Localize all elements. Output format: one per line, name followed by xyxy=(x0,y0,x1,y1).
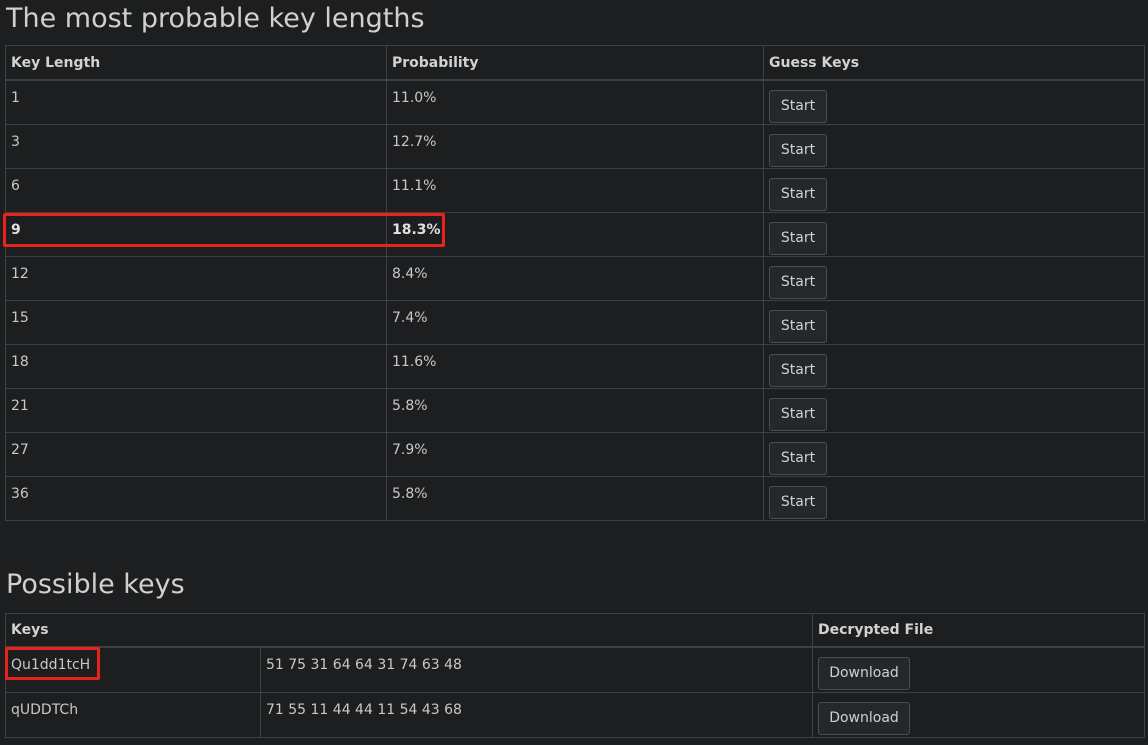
key-length-cell: 27 xyxy=(5,431,387,477)
column-header-guess-keys: Guess Keys xyxy=(763,45,1145,81)
column-header-keys: Keys xyxy=(5,613,813,648)
probability-cell: 7.9% xyxy=(386,431,764,477)
key-lengths-title: The most probable key lengths xyxy=(6,3,425,34)
table-row: 21 5.8% Start xyxy=(5,387,1145,433)
guess-keys-cell: Start xyxy=(763,387,1145,433)
probability-cell: 12.7% xyxy=(386,123,764,169)
key-length-cell: 21 xyxy=(5,387,387,433)
guess-keys-cell: Start xyxy=(763,123,1145,169)
probability-cell: 8.4% xyxy=(386,255,764,301)
start-button[interactable]: Start xyxy=(769,221,827,255)
table-row-most-probable: 9 18.3% Start xyxy=(5,211,1145,257)
key-length-cell: 6 xyxy=(5,167,387,213)
table-row: 36 5.8% Start xyxy=(5,475,1145,521)
table-row: 27 7.9% Start xyxy=(5,431,1145,477)
column-header-decrypted-file: Decrypted File xyxy=(812,613,1145,648)
key-length-cell: 15 xyxy=(5,299,387,345)
download-button[interactable]: Download xyxy=(818,701,910,735)
probability-cell: 11.1% xyxy=(386,167,764,213)
key-text-cell: qUDDTCh xyxy=(5,691,261,738)
table-row: Qu1dd1tcH 51 75 31 64 64 31 74 63 48 Dow… xyxy=(5,646,1145,693)
guess-keys-cell: Start xyxy=(763,255,1145,301)
start-button[interactable]: Start xyxy=(769,265,827,299)
table-header-row: Key Length Probability Guess Keys xyxy=(5,45,1145,81)
start-button[interactable]: Start xyxy=(769,397,827,431)
guess-keys-cell: Start xyxy=(763,343,1145,389)
table-row: qUDDTCh 71 55 11 44 44 11 54 43 68 Downl… xyxy=(5,691,1145,738)
key-text-cell: Qu1dd1tcH xyxy=(5,646,261,693)
start-button[interactable]: Start xyxy=(769,353,827,387)
possible-keys-title: Possible keys xyxy=(6,569,185,600)
table-row: 12 8.4% Start xyxy=(5,255,1145,301)
table-header-row: Keys Decrypted File xyxy=(5,613,1145,648)
key-length-cell: 3 xyxy=(5,123,387,169)
table-row: 3 12.7% Start xyxy=(5,123,1145,169)
probability-cell: 11.6% xyxy=(386,343,764,389)
key-length-cell: 1 xyxy=(5,79,387,125)
guess-keys-cell: Start xyxy=(763,475,1145,521)
guess-keys-cell: Start xyxy=(763,299,1145,345)
column-header-key-length: Key Length xyxy=(5,45,387,81)
guess-keys-cell: Start xyxy=(763,167,1145,213)
guess-keys-cell: Start xyxy=(763,211,1145,257)
start-button[interactable]: Start xyxy=(769,90,827,123)
column-header-probability: Probability xyxy=(386,45,764,81)
key-length-cell: 9 xyxy=(5,211,387,257)
start-button[interactable]: Start xyxy=(769,485,827,519)
key-length-cell: 12 xyxy=(5,255,387,301)
download-button[interactable]: Download xyxy=(818,657,910,690)
probability-cell: 11.0% xyxy=(386,79,764,125)
guess-keys-cell: Start xyxy=(763,431,1145,477)
start-button[interactable]: Start xyxy=(769,177,827,211)
probability-cell: 5.8% xyxy=(386,475,764,521)
probability-cell: 7.4% xyxy=(386,299,764,345)
probability-cell: 5.8% xyxy=(386,387,764,433)
key-length-cell: 36 xyxy=(5,475,387,521)
possible-keys-table: Keys Decrypted File Qu1dd1tcH 51 75 31 6… xyxy=(5,613,1145,738)
decrypted-file-cell: Download xyxy=(812,646,1145,693)
start-button[interactable]: Start xyxy=(769,133,827,167)
table-row: 1 11.0% Start xyxy=(5,79,1145,125)
table-row: 6 11.1% Start xyxy=(5,167,1145,213)
key-hex-cell: 51 75 31 64 64 31 74 63 48 xyxy=(260,646,813,693)
key-lengths-table: Key Length Probability Guess Keys 1 11.0… xyxy=(5,45,1145,521)
start-button[interactable]: Start xyxy=(769,441,827,475)
key-length-cell: 18 xyxy=(5,343,387,389)
guess-keys-cell: Start xyxy=(763,79,1145,125)
start-button[interactable]: Start xyxy=(769,309,827,343)
decrypted-file-cell: Download xyxy=(812,691,1145,738)
table-row: 18 11.6% Start xyxy=(5,343,1145,389)
key-hex-cell: 71 55 11 44 44 11 54 43 68 xyxy=(260,691,813,738)
table-row: 15 7.4% Start xyxy=(5,299,1145,345)
probability-cell: 18.3% xyxy=(386,211,764,257)
